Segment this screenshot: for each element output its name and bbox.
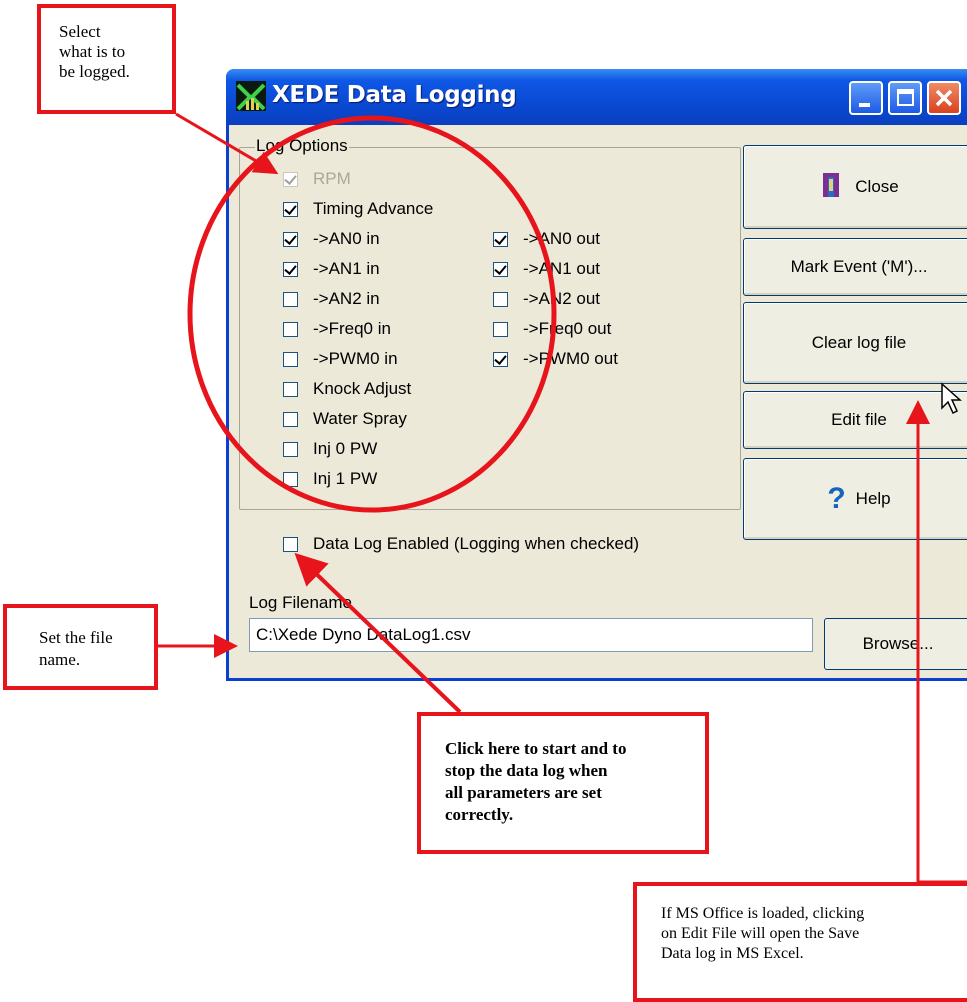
log-options-label: Log Options: [255, 136, 349, 156]
window-title: XEDE Data Logging: [272, 82, 517, 108]
an2-in-checkbox[interactable]: [283, 291, 298, 307]
timing-advance-checkbox[interactable]: [283, 201, 298, 217]
option-label: ->AN2 out: [523, 289, 601, 308]
edit-file-label: Edit file: [831, 410, 887, 429]
clear-log-button[interactable]: Clear log file: [743, 302, 967, 384]
option-pwm0-out[interactable]: ->PWM0 out: [493, 349, 618, 369]
callout-ms-office: If MS Office is loaded, clicking on Edit…: [633, 882, 967, 1002]
option-inj0-pw[interactable]: Inj 0 PW: [283, 439, 377, 459]
callout-select-logged: Select what is to be logged.: [37, 4, 176, 114]
option-an0-out[interactable]: ->AN0 out: [493, 229, 600, 249]
freq0-out-checkbox[interactable]: [493, 321, 508, 337]
mark-event-label: Mark Event ('M')...: [790, 257, 928, 276]
close-button-label: Close: [855, 177, 899, 196]
option-label: Timing Advance: [313, 199, 434, 218]
option-label: ->AN2 in: [313, 289, 380, 308]
log-filename-input[interactable]: [249, 618, 813, 652]
callout-start-log: Click here to start and to stop the data…: [417, 712, 709, 854]
data-log-enabled[interactable]: Data Log Enabled (Logging when checked): [283, 534, 639, 554]
option-label: RPM: [313, 169, 351, 188]
option-label: Knock Adjust: [313, 379, 412, 398]
maximize-icon: [897, 89, 914, 106]
rpm-checkbox: [283, 171, 298, 187]
data-log-enabled-checkbox[interactable]: [283, 536, 298, 552]
option-pwm0-in[interactable]: ->PWM0 in: [283, 349, 398, 369]
an2-out-checkbox[interactable]: [493, 291, 508, 307]
callout-office-text: If MS Office is loaded, clicking on Edit…: [661, 905, 865, 962]
callout-file-name: Set the file name.: [3, 604, 158, 690]
close-button[interactable]: Close: [743, 145, 967, 229]
option-rpm: RPM: [283, 169, 351, 189]
edit-file-button[interactable]: Edit file: [743, 391, 967, 449]
mouse-cursor-icon: [941, 382, 962, 415]
an0-in-checkbox[interactable]: [283, 231, 298, 247]
exit-door-icon: [819, 171, 845, 203]
minimize-button[interactable]: [849, 81, 883, 115]
callout-file-text: Set the file name.: [39, 628, 113, 669]
option-label: ->Freq0 in: [313, 319, 391, 338]
an0-out-checkbox[interactable]: [493, 231, 508, 247]
water-spray-checkbox[interactable]: [283, 411, 298, 427]
option-freq0-out[interactable]: ->Freq0 out: [493, 319, 611, 339]
help-button[interactable]: ? Help: [743, 458, 967, 540]
option-label: Inj 1 PW: [313, 469, 378, 488]
option-label: ->PWM0 out: [523, 349, 618, 368]
title-bar[interactable]: XEDE Data Logging: [226, 69, 967, 125]
an1-out-checkbox[interactable]: [493, 261, 508, 277]
option-an2-out[interactable]: ->AN2 out: [493, 289, 600, 309]
option-label: ->Freq0 out: [523, 319, 612, 338]
log-filename-label: Log Filename: [249, 593, 353, 612]
option-label: ->AN1 out: [523, 259, 601, 278]
option-label: ->AN1 in: [313, 259, 380, 278]
option-label: Water Spray: [313, 409, 407, 428]
option-inj1-pw[interactable]: Inj 1 PW: [283, 469, 377, 489]
browse-label: Browse...: [862, 634, 934, 653]
help-label: Help: [855, 489, 891, 508]
window-close-button[interactable]: [927, 81, 961, 115]
close-icon: [935, 89, 953, 107]
callout-select-text: Select what is to be logged.: [59, 22, 130, 81]
minimize-icon: [859, 103, 870, 107]
option-an1-out[interactable]: ->AN1 out: [493, 259, 600, 279]
option-label: ->AN0 in: [313, 229, 380, 248]
data-logging-window: XEDE Data Logging Log Options RPM Timing…: [226, 69, 967, 681]
maximize-button[interactable]: [888, 81, 922, 115]
option-knock-adjust[interactable]: Knock Adjust: [283, 379, 411, 399]
browse-button[interactable]: Browse...: [824, 618, 967, 670]
pwm0-in-checkbox[interactable]: [283, 351, 298, 367]
help-icon: ?: [827, 482, 846, 515]
mark-event-button[interactable]: Mark Event ('M')...: [743, 238, 967, 296]
option-label: ->PWM0 in: [313, 349, 398, 368]
option-an2-in[interactable]: ->AN2 in: [283, 289, 380, 309]
option-an1-in[interactable]: ->AN1 in: [283, 259, 380, 279]
option-water-spray[interactable]: Water Spray: [283, 409, 407, 429]
callout-start-text: Click here to start and to stop the data…: [445, 739, 627, 824]
inj1-pw-checkbox[interactable]: [283, 471, 298, 487]
option-label: ->AN0 out: [523, 229, 601, 248]
option-an0-in[interactable]: ->AN0 in: [283, 229, 380, 249]
option-label: Inj 0 PW: [313, 439, 378, 458]
app-icon: [236, 81, 266, 111]
knock-adjust-checkbox[interactable]: [283, 381, 298, 397]
freq0-in-checkbox[interactable]: [283, 321, 298, 337]
data-log-enabled-label: Data Log Enabled (Logging when checked): [313, 534, 640, 553]
clear-log-label: Clear log file: [811, 333, 907, 352]
option-timing-advance[interactable]: Timing Advance: [283, 199, 433, 219]
an1-in-checkbox[interactable]: [283, 261, 298, 277]
pwm0-out-checkbox[interactable]: [493, 351, 508, 367]
inj0-pw-checkbox[interactable]: [283, 441, 298, 457]
option-freq0-in[interactable]: ->Freq0 in: [283, 319, 391, 339]
